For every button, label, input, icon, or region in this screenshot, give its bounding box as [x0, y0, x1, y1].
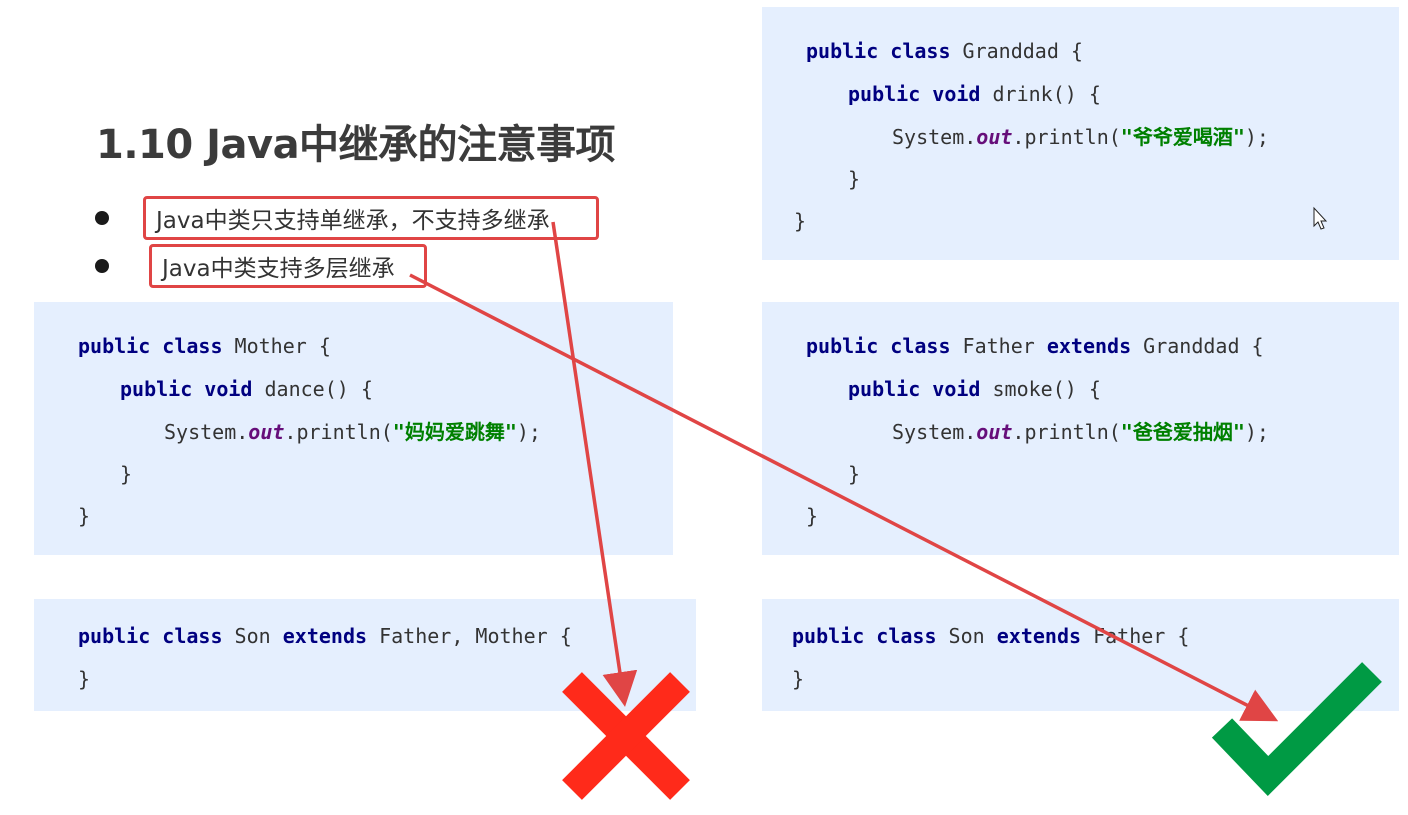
mouse-cursor-icon — [1313, 206, 1328, 230]
annotation-overlay — [409, 206, 1382, 800]
annotation-arrow-to-cross — [551, 221, 638, 707]
annotation-arrow-to-check — [409, 273, 1279, 722]
check-mark-icon — [1211, 662, 1382, 797]
cross-mark-icon — [562, 672, 690, 800]
